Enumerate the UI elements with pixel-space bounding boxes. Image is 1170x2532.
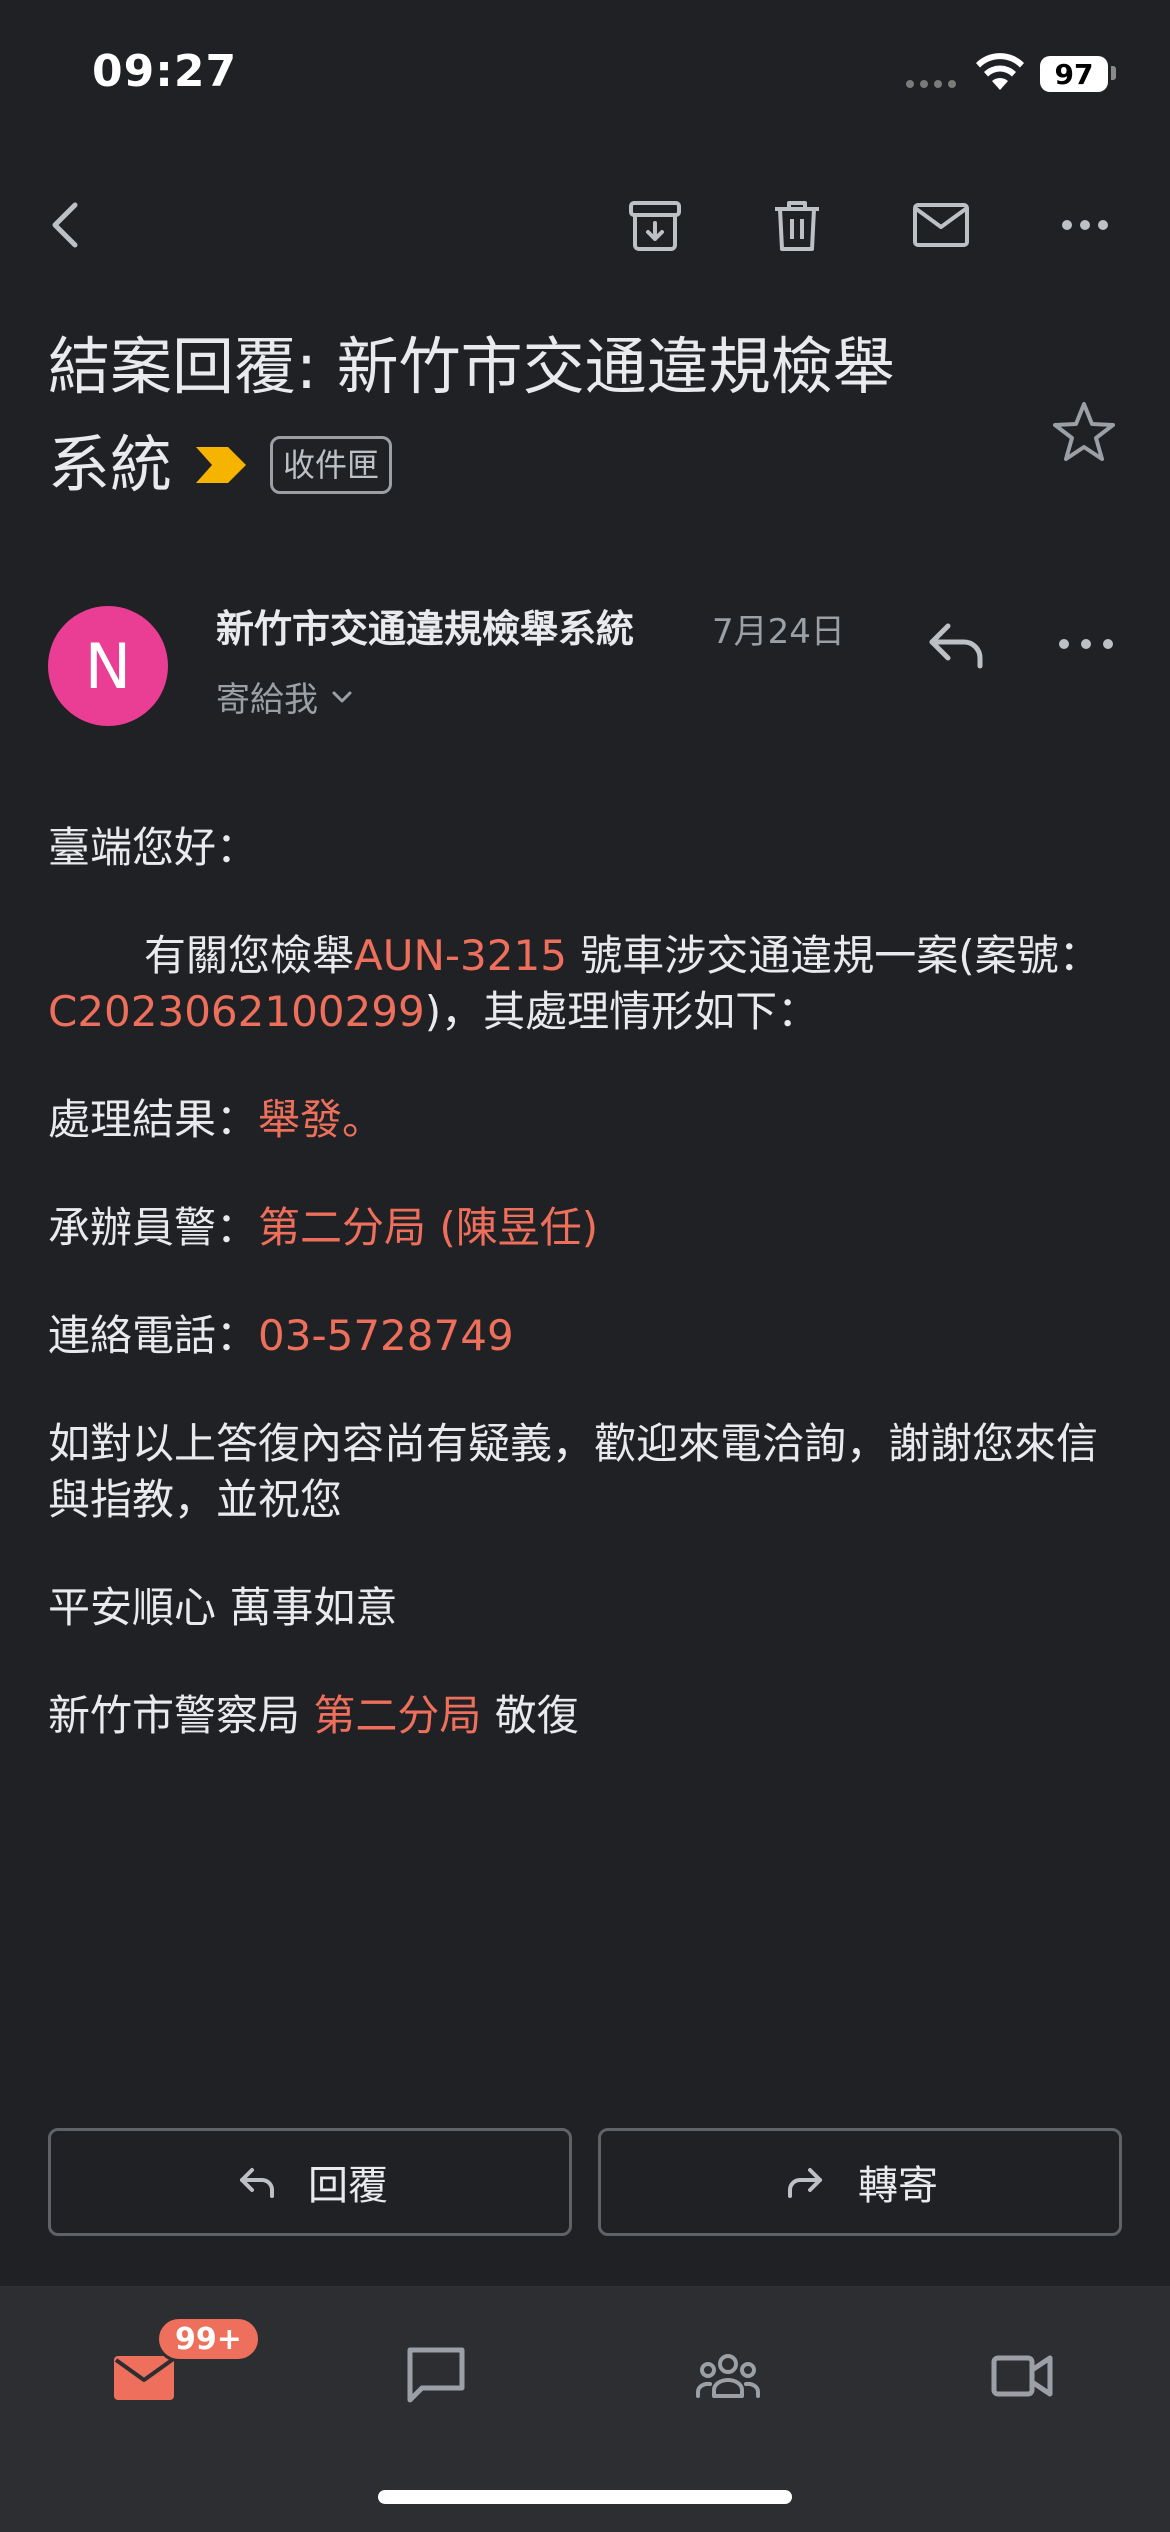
message-more-icon[interactable] xyxy=(1046,604,1126,684)
star-icon[interactable] xyxy=(1048,396,1120,468)
recipient-label: 寄給我 xyxy=(216,680,318,720)
recipient-details-toggle[interactable]: 寄給我 xyxy=(216,672,356,721)
signature-closing: 敬復 xyxy=(481,1691,579,1740)
trash-icon xyxy=(775,201,819,251)
status-bar: 09:27 97 xyxy=(0,0,1170,150)
phone-line: 連絡電話：03-5728749 xyxy=(48,1308,1128,1364)
more-options-button[interactable] xyxy=(1040,170,1130,280)
result-label: 處理結果： xyxy=(48,1095,259,1144)
chat-icon xyxy=(407,2347,465,2403)
cellular-signal-icon xyxy=(906,80,956,88)
email-subject: 結案回覆: 新竹市交通違規檢舉 系統 收件匣 xyxy=(48,318,1008,514)
case-paragraph: 有關您檢舉AUN-3215 號車涉交通違規一案(案號： C202306210029… xyxy=(48,928,1128,1040)
reply-button-label: 回覆 xyxy=(308,2163,388,2209)
case-text-3: )，其處理情形如下： xyxy=(424,987,820,1036)
reply-icon[interactable] xyxy=(916,604,996,684)
archive-icon xyxy=(629,201,681,251)
wishes-line: 平安順心 萬事如意 xyxy=(48,1583,398,1632)
sender-name: 新竹市交通違規檢舉系統 xyxy=(216,607,635,651)
reply-button[interactable]: 回覆 xyxy=(48,2128,572,2236)
sender-avatar[interactable]: N xyxy=(48,606,168,726)
signature-org: 新竹市警察局 xyxy=(48,1691,314,1740)
greeting: 臺端您好： xyxy=(48,823,259,872)
chevron-down-icon xyxy=(332,691,352,702)
forward-button[interactable]: 轉寄 xyxy=(598,2128,1122,2236)
email-toolbar xyxy=(0,170,1170,280)
result-value: 舉發。 xyxy=(258,1095,385,1144)
phone-link[interactable]: 03-5728749 xyxy=(258,1311,514,1360)
officer-label: 承辦員警： xyxy=(48,1203,259,1252)
back-button[interactable] xyxy=(22,170,112,280)
archive-button[interactable] xyxy=(610,170,700,280)
plate-number: AUN-3215 xyxy=(354,931,567,980)
chevron-left-icon xyxy=(52,202,78,248)
video-camera-icon xyxy=(991,2355,1053,2397)
nav-meet[interactable] xyxy=(952,2316,1092,2436)
officer-line: 承辦員警：第二分局 (陳昱任) xyxy=(48,1200,1128,1256)
inbox-label-chip[interactable]: 收件匣 xyxy=(270,436,393,494)
phone-label: 連絡電話： xyxy=(48,1311,259,1360)
nav-spaces[interactable] xyxy=(658,2316,798,2436)
more-horizontal-icon xyxy=(1062,220,1108,230)
signature-line: 新竹市警察局 第二分局 敬復 xyxy=(48,1688,1128,1744)
wifi-icon xyxy=(976,53,1024,90)
battery-tip xyxy=(1111,66,1116,80)
forward-button-label: 轉寄 xyxy=(858,2163,938,2209)
case-text-1: 有關您檢舉 xyxy=(144,931,355,980)
inquiry-paragraph: 如對以上答復內容尚有疑義，歡迎來電洽詢，謝謝您來信與指教，並祝您 xyxy=(48,1419,1099,1524)
mail-unread-badge: 99+ xyxy=(156,2316,261,2362)
people-group-icon xyxy=(696,2354,760,2398)
mail-icon xyxy=(913,203,969,247)
nav-chat[interactable] xyxy=(366,2316,506,2436)
subject-line-2: 系統 收件匣 xyxy=(48,416,393,514)
case-text-2: 號車涉交通違規一案(案號： xyxy=(566,931,1101,980)
delete-button[interactable] xyxy=(752,170,842,280)
reply-icon xyxy=(240,2168,274,2198)
home-indicator[interactable] xyxy=(378,2490,792,2504)
importance-marker-icon xyxy=(196,447,247,483)
email-screen: 09:27 97 結案回覆: 新竹市交通違規檢舉 系統 收件匣 N 新竹市交通違… xyxy=(0,0,1170,2532)
forward-icon xyxy=(788,2168,822,2198)
subject-continuation: 系統 xyxy=(48,428,173,501)
email-date: 7月24日 xyxy=(712,612,845,652)
status-time: 09:27 xyxy=(92,46,238,97)
email-body: 臺端您好： 有關您檢舉AUN-3215 號車涉交通違規一案(案號： C202306… xyxy=(48,820,1128,1796)
result-line: 處理結果：舉發。 xyxy=(48,1092,1128,1148)
battery-indicator: 97 xyxy=(1040,56,1108,92)
officer-value: 第二分局 (陳昱任) xyxy=(258,1203,599,1252)
subject-line-1: 結案回覆: 新竹市交通違規檢舉 xyxy=(48,330,895,403)
signature-branch: 第二分局 xyxy=(313,1691,482,1740)
case-number: C2023062100299 xyxy=(48,987,425,1036)
mark-unread-button[interactable] xyxy=(896,170,986,280)
